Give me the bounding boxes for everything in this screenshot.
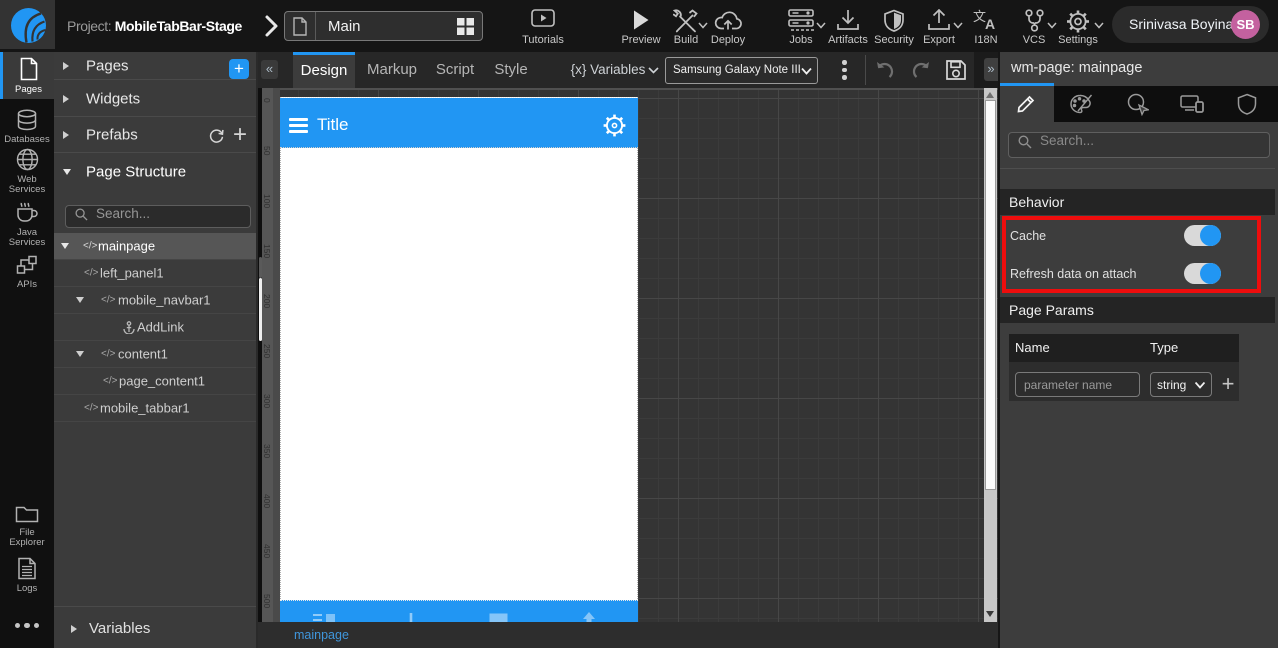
svg-text:A: A [985, 16, 995, 31]
